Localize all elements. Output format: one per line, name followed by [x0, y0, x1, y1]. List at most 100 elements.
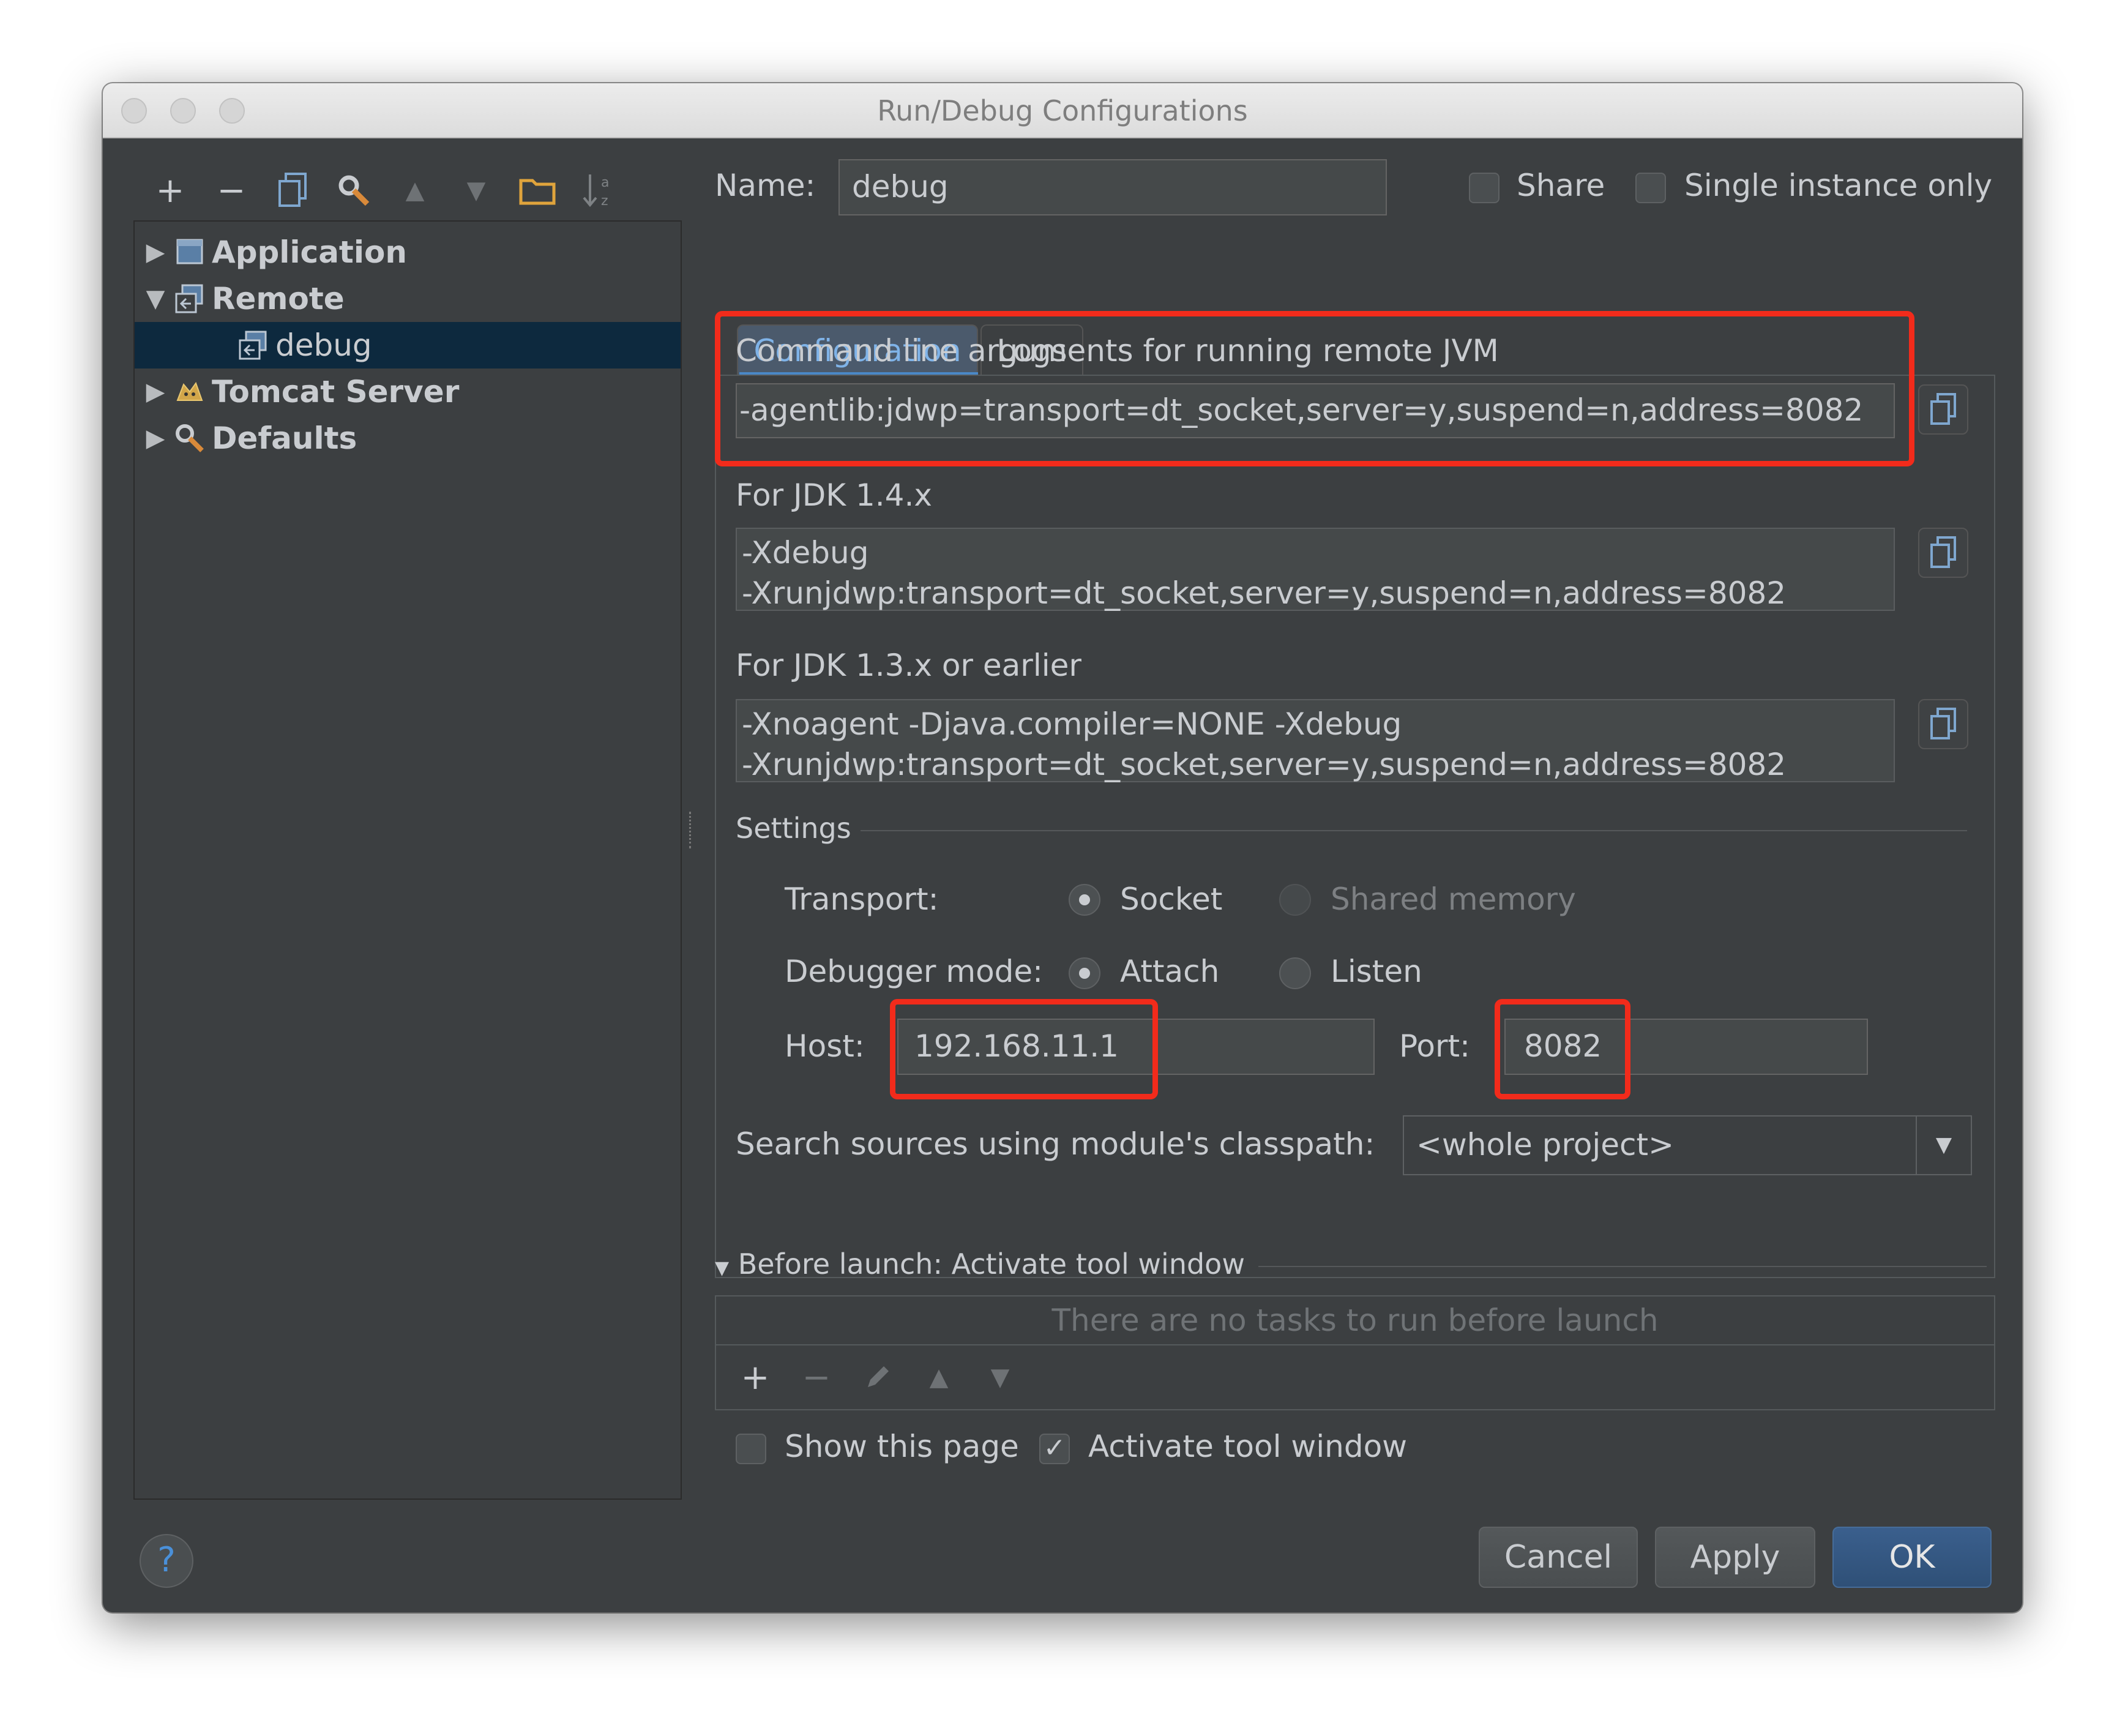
before-launch-toolbar: + − ▲ ▼ [715, 1345, 1995, 1410]
shared-memory-radio[interactable] [1279, 884, 1311, 916]
move-down-button[interactable]: ▼ [446, 166, 507, 215]
single-instance-label: Single instance only [1684, 168, 1993, 203]
name-input[interactable]: debug [838, 159, 1387, 215]
name-label: Name: [715, 168, 816, 203]
activate-tool-window-label: Activate tool window [1088, 1429, 1408, 1464]
remove-config-button[interactable]: − [201, 166, 262, 215]
arrow-down-icon: ▼ [990, 1363, 1010, 1391]
add-task-button[interactable]: + [725, 1353, 786, 1402]
pencil-icon [868, 1366, 889, 1387]
svg-text:a: a [601, 175, 609, 190]
tree-item-label: Application [212, 234, 407, 270]
copy-icon [278, 173, 307, 207]
chevron-right-icon[interactable]: ▶ [143, 378, 168, 406]
copy-jdk14-button[interactable] [1918, 528, 1968, 578]
show-page-label: Show this page [785, 1429, 1019, 1464]
minus-icon: − [217, 170, 246, 211]
copy-icon [1930, 393, 1956, 425]
before-launch-toggle[interactable]: ▼ Before launch: Activate tool window [715, 1248, 1245, 1281]
highlight-port [1495, 999, 1630, 1099]
arrow-up-icon: ▲ [929, 1363, 949, 1391]
jdk14-line-2: -Xrunjdwp:transport=dt_socket,server=y,s… [742, 575, 1787, 611]
move-task-down-button[interactable]: ▼ [969, 1353, 1031, 1402]
transport-label: Transport: [785, 881, 939, 917]
question-icon: ? [157, 1540, 176, 1580]
before-launch-separator [1258, 1266, 1987, 1267]
arrow-down-icon: ▼ [466, 176, 486, 204]
copy-icon [1930, 536, 1956, 568]
attach-radio[interactable] [1069, 957, 1100, 989]
settings-separator [861, 830, 1967, 831]
share-label: Share [1517, 168, 1605, 203]
listen-label: Listen [1331, 954, 1422, 989]
activate-tool-window-checkbox[interactable]: ✓ [1039, 1434, 1070, 1464]
tree-item-tomcat[interactable]: ▶ Tomcat Server [135, 369, 681, 415]
wrench-icon [338, 175, 370, 206]
title-bar: Run/Debug Configurations [103, 83, 2022, 138]
move-task-up-button[interactable]: ▲ [908, 1353, 969, 1402]
chevron-right-icon[interactable]: ▶ [143, 238, 168, 266]
copy-jdk13-button[interactable] [1918, 699, 1968, 749]
before-launch-empty-text: There are no tasks to run before launch [1051, 1303, 1659, 1338]
edit-defaults-button[interactable] [323, 166, 384, 215]
apply-button[interactable]: Apply [1655, 1527, 1815, 1588]
jdk14-line-1: -Xdebug [742, 535, 869, 571]
listen-radio[interactable] [1279, 957, 1311, 989]
sort-button[interactable]: az [568, 166, 629, 215]
application-icon [174, 236, 206, 268]
jdk13-line-1: -Xnoagent -Djava.compiler=NONE -Xdebug [742, 706, 1402, 742]
chevron-down-icon[interactable]: ▼ [143, 285, 168, 313]
settings-title: Settings [736, 812, 851, 845]
copy-icon [1930, 708, 1956, 739]
jdk13-field[interactable]: -Xnoagent -Djava.compiler=NONE -Xdebug -… [736, 699, 1895, 782]
arrow-up-icon: ▲ [405, 176, 425, 204]
classpath-select[interactable]: <whole project> ▼ [1403, 1115, 1972, 1175]
single-instance-checkbox[interactable] [1635, 173, 1666, 203]
chevron-right-icon[interactable]: ▶ [143, 424, 168, 452]
ok-button[interactable]: OK [1832, 1527, 1992, 1588]
tree-item-defaults[interactable]: ▶ Defaults [135, 415, 681, 462]
help-button[interactable]: ? [140, 1534, 193, 1588]
highlight-host [890, 999, 1158, 1099]
config-tree: ▶ Application ▼ Remote debug ▶ Tomcat Se… [133, 220, 682, 1500]
shared-memory-label: Shared memory [1331, 881, 1576, 917]
cancel-button[interactable]: Cancel [1479, 1527, 1638, 1588]
share-checkbox[interactable] [1469, 173, 1499, 203]
wrench-icon [174, 422, 206, 454]
folder-icon [519, 179, 556, 205]
debugger-mode-label: Debugger mode: [785, 954, 1044, 989]
edit-task-button[interactable] [847, 1353, 908, 1402]
attach-label: Attach [1120, 954, 1220, 989]
tree-item-remote[interactable]: ▼ Remote [135, 275, 681, 322]
chevron-down-icon[interactable]: ▼ [1916, 1117, 1971, 1174]
before-launch-title: Before launch: Activate tool window [738, 1248, 1245, 1281]
splitter-handle[interactable] [689, 812, 696, 848]
run-debug-dialog: Run/Debug Configurations + − ▲ ▼ az ▶ Ap… [103, 83, 2022, 1612]
remote-icon [174, 283, 206, 315]
move-up-button[interactable]: ▲ [384, 166, 446, 215]
socket-radio[interactable] [1069, 884, 1100, 916]
show-page-checkbox[interactable] [736, 1434, 766, 1464]
jdk14-field[interactable]: -Xdebug -Xrunjdwp:transport=dt_socket,se… [736, 528, 1895, 611]
add-config-button[interactable]: + [140, 166, 201, 215]
remove-task-button[interactable]: − [786, 1353, 847, 1402]
tree-item-label: Defaults [212, 421, 357, 456]
classpath-value: <whole project> [1416, 1127, 1675, 1162]
tree-item-label: Remote [212, 281, 345, 316]
tree-item-application[interactable]: ▶ Application [135, 229, 681, 275]
copy-cmd-args-button[interactable] [1918, 384, 1968, 435]
remote-icon [237, 329, 269, 361]
port-label: Port: [1399, 1028, 1470, 1064]
host-label: Host: [785, 1028, 865, 1064]
before-launch-task-list: There are no tasks to run before launch [715, 1295, 1995, 1345]
copy-config-button[interactable] [262, 166, 323, 215]
tree-item-debug[interactable]: debug [135, 322, 681, 369]
highlight-cmd-args [715, 311, 1914, 466]
tree-item-label: debug [275, 327, 372, 363]
tomcat-icon [174, 376, 206, 408]
tree-item-label: Tomcat Server [212, 374, 460, 410]
plus-icon: + [155, 170, 185, 211]
folder-button[interactable] [507, 166, 568, 215]
jdk13-label: For JDK 1.3.x or earlier [736, 648, 1081, 683]
jdk13-line-2: -Xrunjdwp:transport=dt_socket,server=y,s… [742, 747, 1787, 782]
